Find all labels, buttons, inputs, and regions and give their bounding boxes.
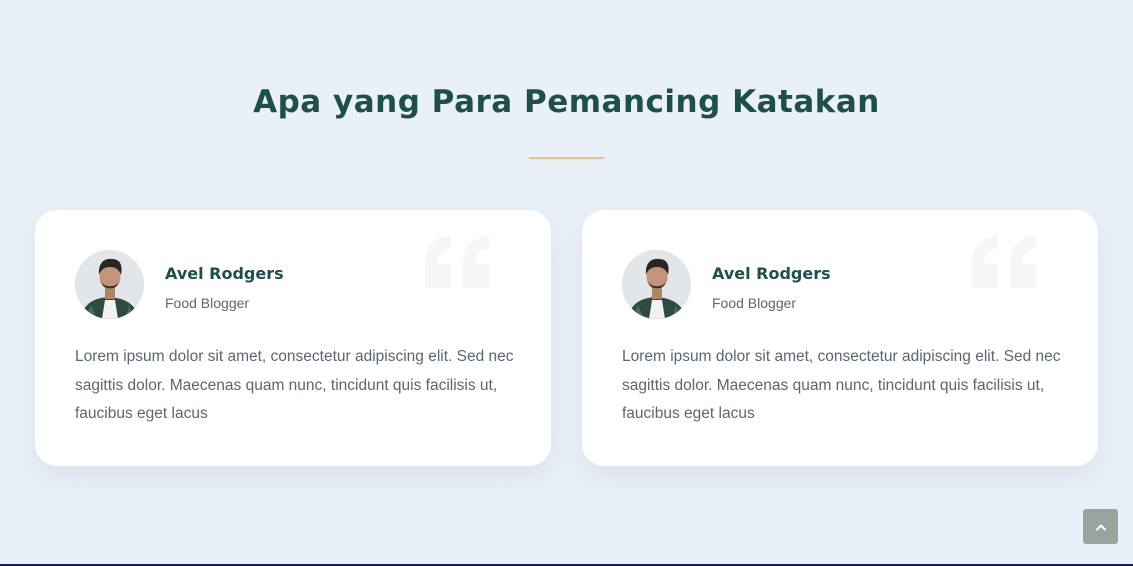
quote-icon	[972, 236, 1036, 288]
chevron-up-icon	[1095, 524, 1106, 530]
testimonial-card: Avel Rodgers Food Blogger Lorem ipsum do…	[582, 210, 1098, 466]
testimonial-card: Avel Rodgers Food Blogger Lorem ipsum do…	[35, 210, 551, 466]
author-name: Avel Rodgers	[712, 264, 831, 283]
testimonial-text: Lorem ipsum dolor sit amet, consectetur …	[75, 348, 514, 422]
avatar	[622, 250, 691, 319]
back-to-top-button[interactable]	[1083, 509, 1118, 544]
quote-icon	[425, 236, 489, 288]
author-role: Food Blogger	[165, 295, 250, 311]
author-role: Food Blogger	[712, 295, 797, 311]
section-title: Apa yang Para Pemancing Katakan	[253, 84, 880, 120]
title-divider	[529, 157, 604, 159]
testimonial-text: Lorem ipsum dolor sit amet, consectetur …	[622, 348, 1061, 422]
author-name: Avel Rodgers	[165, 264, 284, 283]
avatar	[75, 250, 144, 319]
